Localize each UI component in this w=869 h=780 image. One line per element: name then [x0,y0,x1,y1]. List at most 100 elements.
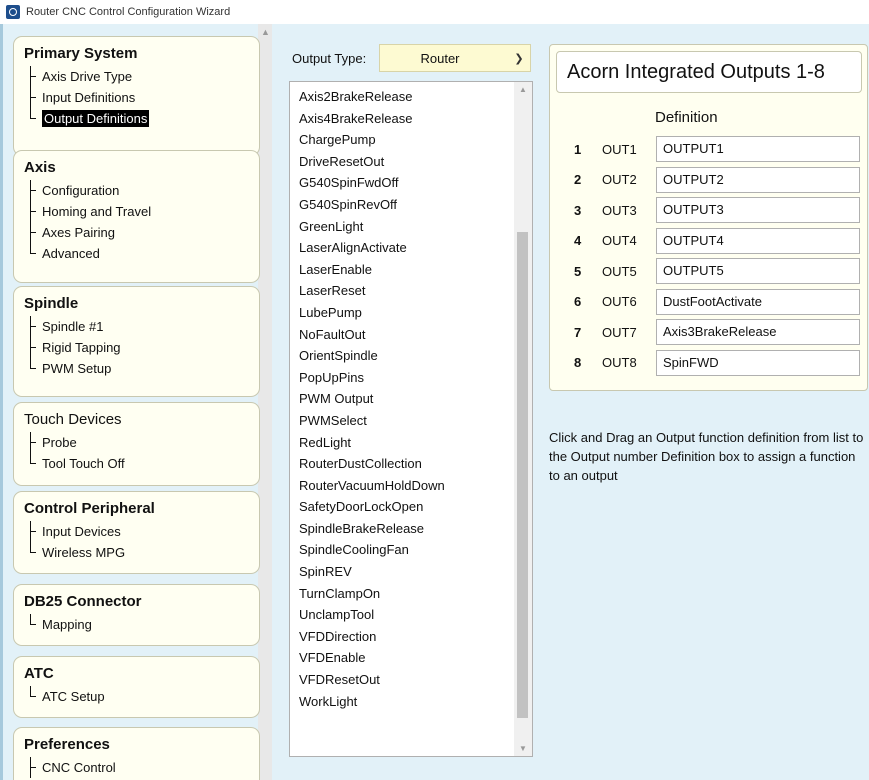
sidebar-item-cnc-control[interactable]: CNC Control [24,757,249,778]
sidebar-item-atc-setup[interactable]: ATC Setup [24,686,249,707]
section-title: ATC [24,665,54,682]
output-name: OUT8 [602,355,637,370]
output-name: OUT5 [602,263,637,279]
output-name: OUT2 [602,172,637,187]
sidebar-item-wireless-mpg[interactable]: Wireless MPG [24,542,249,563]
scroll-down-icon[interactable]: ▼ [519,744,527,753]
function-list-item[interactable]: LaserEnable [290,259,510,281]
output-name: OUT7 [602,324,637,340]
output-number: 1 [574,141,582,157]
section-title: DB25 Connector [24,593,142,610]
section-control-peripheral: Control Peripheral Input Devices Wireles… [13,491,260,574]
function-list-item[interactable]: OrientSpindle [290,345,510,367]
sidebar-scrollbar[interactable]: ▲ [258,24,272,780]
sidebar-item-axes-pairing[interactable]: Axes Pairing [24,222,249,243]
section-preferences: Preferences CNC Control [13,727,260,780]
function-list-item[interactable]: UnclampTool [290,604,510,626]
sidebar-item-mapping[interactable]: Mapping [24,614,249,635]
chevron-down-icon[interactable]: ❯ [508,52,530,65]
output-row: 1 OUT1 OUTPUT1 [550,134,869,164]
function-list-item[interactable]: RedLight [290,432,510,454]
outputs-panel: Acorn Integrated Outputs 1-8 Definition … [549,44,868,391]
window-title: Router CNC Control Configuration Wizard [26,6,231,18]
function-list-item[interactable]: DriveResetOut [290,151,510,173]
function-list-item[interactable]: G540SpinFwdOff [290,172,510,194]
scroll-up-icon[interactable]: ▲ [519,85,527,94]
function-list-item[interactable]: TurnClampOn [290,583,510,605]
scroll-thumb[interactable] [517,232,528,718]
definition-header: Definition [655,109,718,126]
sidebar-item-probe[interactable]: Probe [24,432,249,453]
output-definition-field[interactable]: Axis3BrakeRelease [656,319,860,345]
function-list-item[interactable]: WorkLight [290,691,510,713]
function-list-item[interactable]: LubePump [290,302,510,324]
sidebar-item-pwm-setup[interactable]: PWM Setup [24,358,249,379]
function-list-item[interactable]: PWM Output [290,388,510,410]
output-definition-field[interactable]: OUTPUT1 [656,136,860,162]
sidebar-item-input-definitions[interactable]: Input Definitions [24,87,249,108]
output-definition-field[interactable]: OUTPUT3 [656,197,860,223]
app-icon [6,5,20,19]
sidebar-item-advanced[interactable]: Advanced [24,243,249,264]
output-row: 2 OUT2 OUTPUT2 [550,165,869,195]
section-spindle: Spindle Spindle #1 Rigid Tapping PWM Set… [13,286,260,397]
output-row: 7 OUT7 Axis3BrakeRelease [550,317,869,347]
sidebar: ▲ Primary System Axis Drive Type Input D… [0,24,272,780]
function-list-item[interactable]: VFDResetOut [290,669,510,691]
output-number: 3 [574,202,582,218]
section-title: Axis [24,159,56,176]
section-title: Primary System [24,45,138,62]
function-list-item[interactable]: SpindleCoolingFan [290,539,510,561]
section-title: Control Peripheral [24,500,155,517]
function-list-item[interactable]: LaserAlignActivate [290,237,510,259]
function-list-item[interactable]: RouterDustCollection [290,453,510,475]
function-list-item[interactable]: LaserReset [290,280,510,302]
function-list-item[interactable]: SafetyDoorLockOpen [290,496,510,518]
output-number: 5 [574,263,582,279]
title-bar: Router CNC Control Configuration Wizard [0,0,869,24]
function-list-item[interactable]: VFDDirection [290,626,510,648]
output-number: 6 [574,294,582,309]
sidebar-item-tool-touch-off[interactable]: Tool Touch Off [24,453,249,474]
function-list-item[interactable]: RouterVacuumHoldDown [290,475,510,497]
output-row: 8 OUT8 SpinFWD [550,348,869,378]
section-title: Spindle [24,295,79,312]
function-list-item[interactable]: SpindleBrakeRelease [290,518,510,540]
function-list-item[interactable]: PopUpPins [290,367,510,389]
output-name: OUT6 [602,294,637,309]
function-list-scrollbar[interactable]: ▲ ▼ [514,82,532,756]
function-list-item[interactable]: ChargePump [290,129,510,151]
output-type-select[interactable]: Router ❯ [379,44,531,72]
function-list-item[interactable]: Axis2BrakeRelease [290,86,510,108]
function-list-item[interactable]: PWMSelect [290,410,510,432]
sidebar-item-spindle-1[interactable]: Spindle #1 [24,316,249,337]
function-list-item[interactable]: GreenLight [290,216,510,238]
output-definition-field[interactable]: OUTPUT5 [656,258,860,284]
function-list-item[interactable]: VFDEnable [290,647,510,669]
sidebar-item-configuration[interactable]: Configuration [24,180,249,201]
function-list-items: Axis2BrakeRelease Axis4BrakeRelease Charge… [290,86,510,712]
output-name: OUT1 [602,141,637,157]
section-title: Preferences [24,736,110,753]
output-definition-field[interactable]: SpinFWD [656,349,860,376]
output-definition-field[interactable]: OUTPUT4 [656,227,860,254]
section-touch-devices: Touch Devices Probe Tool Touch Off [13,402,260,486]
output-definition-field[interactable]: DustFootActivate [656,288,860,315]
instructions-text: Click and Drag an Output function defini… [549,430,864,483]
output-number: 8 [574,355,582,370]
section-primary-system: Primary System Axis Drive Type Input Def… [13,36,260,156]
output-number: 7 [574,324,582,340]
sidebar-item-homing-and-travel[interactable]: Homing and Travel [24,201,249,222]
sidebar-item-output-definitions[interactable]: Output Definitions [24,108,249,129]
output-name: OUT3 [602,202,637,218]
function-list-item[interactable]: Axis4BrakeRelease [290,108,510,130]
function-list-item[interactable]: G540SpinRevOff [290,194,510,216]
sidebar-item-axis-drive-type[interactable]: Axis Drive Type [24,66,249,87]
function-list-item[interactable]: SpinREV [290,561,510,583]
sidebar-item-input-devices[interactable]: Input Devices [24,521,249,542]
scroll-up-icon[interactable]: ▲ [261,27,270,37]
function-list-item[interactable]: NoFaultOut [290,324,510,346]
sidebar-item-rigid-tapping[interactable]: Rigid Tapping [24,337,249,358]
section-atc: ATC ATC Setup [13,656,260,718]
output-definition-field[interactable]: OUTPUT2 [656,166,860,193]
